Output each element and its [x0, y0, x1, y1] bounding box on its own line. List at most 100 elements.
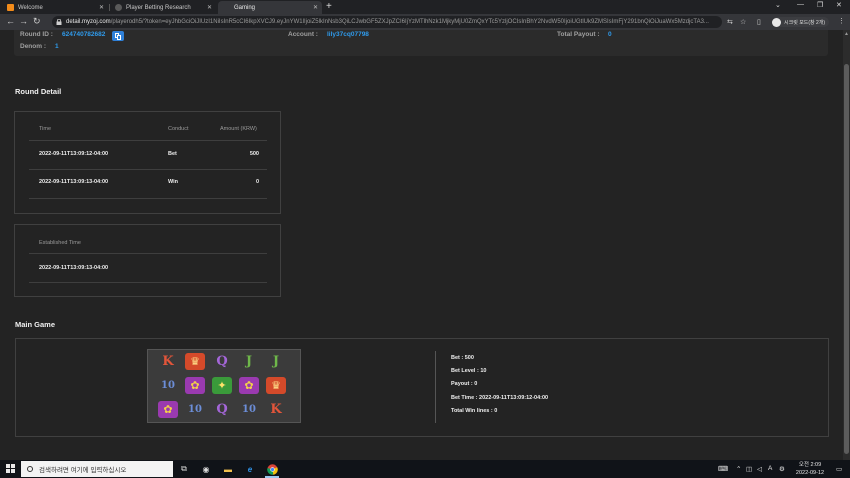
file-explorer-icon[interactable]: ▬: [222, 463, 234, 475]
new-tab-icon[interactable]: +: [326, 1, 332, 12]
keyboard-icon[interactable]: ⌨: [718, 465, 728, 473]
copy-round-id-button[interactable]: [112, 31, 124, 41]
row-amount: 0: [255, 179, 259, 185]
browser-tab-bar: Welcome ✕ Player Betting Research ✕ Gami…: [0, 0, 850, 14]
table-divider: [29, 140, 267, 141]
incognito-profile-button[interactable]: 시크릿 모드(창 2개): [772, 17, 830, 27]
round-id-label: Round ID :: [20, 31, 53, 38]
side-panel-icon[interactable]: ▯: [757, 18, 761, 26]
table-divider: [29, 253, 267, 254]
total-payout-label: Total Payout :: [557, 31, 600, 38]
established-time-card: Established Time 2022-09-11T13:09:13-04:…: [14, 224, 281, 297]
action-center-icon[interactable]: ▭: [836, 465, 842, 473]
established-time-label: Established Time: [39, 240, 81, 246]
slot-symbol-j: J: [272, 354, 280, 369]
browser-menu-icon[interactable]: ⋮: [838, 17, 845, 25]
welcome-favicon-icon: [7, 4, 14, 11]
row-time: 2022-09-11T13:09:13-04:00: [39, 179, 109, 185]
blank-favicon-icon: [223, 4, 230, 11]
page-content: Round ID : 624740782682 Account : lily37…: [0, 30, 843, 460]
loading-favicon-icon: [115, 4, 122, 11]
tab-search-chevron-icon[interactable]: ⌄: [775, 1, 781, 9]
close-tab-icon[interactable]: ✕: [99, 4, 104, 11]
reload-icon[interactable]: ↻: [33, 16, 41, 27]
search-icon: [27, 466, 33, 472]
account-label: Account :: [288, 31, 318, 38]
slot-symbol-k: K: [162, 354, 174, 369]
table-divider: [29, 198, 267, 199]
url-host: detail.myzoj.com: [66, 19, 111, 25]
column-header-conduct: Conduct: [168, 126, 189, 132]
taskbar-search-box[interactable]: 검색하려면 여기에 입력하십시오: [21, 461, 173, 477]
system-clock[interactable]: 오전 2:09 2022-09-12: [790, 461, 830, 477]
game-info-divider: [435, 351, 436, 423]
close-tab-icon[interactable]: ✕: [207, 4, 212, 11]
main-game-card: K ♛ Q J J 10 ✿ ✦ ✿ ♛ ✿ 10 Q 10 K Bet : 500 Bet Level :…: [15, 338, 829, 437]
total-payout-value: 0: [608, 31, 612, 38]
internet-explorer-icon[interactable]: e: [244, 463, 256, 475]
round-detail-title: Round Detail: [15, 87, 62, 96]
tab-gaming[interactable]: Gaming ✕: [218, 1, 322, 14]
denom-label: Denom :: [20, 43, 46, 50]
scrollbar-thumb[interactable]: [844, 64, 849, 454]
slot-symbol-crown: ♛: [266, 377, 286, 394]
game-bet: Bet : 500: [451, 355, 474, 361]
close-tab-icon[interactable]: ✕: [313, 4, 318, 11]
slot-symbol-10: 10: [242, 404, 256, 415]
minimize-icon[interactable]: —: [797, 1, 804, 8]
window-close-icon[interactable]: ✕: [836, 1, 842, 9]
account-value: lily37cq07798: [327, 31, 369, 38]
volume-icon[interactable]: ◁: [757, 465, 762, 473]
translate-icon[interactable]: ⇆: [727, 18, 733, 26]
round-id-value: 624740782682: [62, 31, 106, 38]
game-total-win-lines: Total Win lines : 0: [451, 408, 498, 414]
address-bar[interactable]: detail.myzoj.com /playerodh5/?token=eyJh…: [52, 16, 722, 28]
slot-symbol-flower: ✿: [158, 401, 178, 418]
row-amount: 500: [249, 151, 259, 157]
scroll-up-arrow-icon[interactable]: ▲: [844, 31, 849, 37]
slot-symbol-k: K: [270, 402, 282, 417]
column-header-amount: Amount (KRW): [220, 126, 257, 132]
clock-date: 2022-09-12: [795, 470, 825, 476]
task-view-icon[interactable]: ⧉: [178, 463, 190, 475]
slot-symbol-10: 10: [161, 380, 175, 391]
tab-gaming-label: Gaming: [234, 4, 256, 11]
ime-icon[interactable]: A: [768, 465, 772, 472]
slot-symbol-q: Q: [216, 402, 228, 417]
slot-symbol-q: Q: [216, 354, 228, 369]
round-info-panel: Round ID : 624740782682 Account : lily37…: [14, 30, 828, 56]
back-icon[interactable]: ←: [6, 16, 15, 26]
table-divider: [29, 282, 267, 283]
row-conduct: Bet: [168, 151, 177, 157]
slot-symbol-10: 10: [188, 404, 202, 415]
slot-symbol-j: J: [245, 354, 253, 369]
table-divider: [29, 169, 267, 170]
slot-reels: K ♛ Q J J 10 ✿ ✦ ✿ ♛ ✿ 10 Q 10 K: [147, 349, 301, 423]
app-circle-icon[interactable]: ◉: [200, 463, 212, 475]
browser-toolbar: ← → ↻ detail.myzoj.com /playerodh5/?toke…: [0, 14, 850, 30]
chrome-icon[interactable]: [266, 463, 278, 475]
column-header-time: Time: [39, 126, 52, 132]
network-icon[interactable]: ◫: [746, 465, 752, 473]
windows-taskbar: 검색하려면 여기에 입력하십시오 ⧉ ◉ ▬ e ⌨ ⌃ ◫ ◁ A ⚙ 오전 …: [0, 460, 850, 478]
round-detail-table: Time Conduct Amount (KRW) 2022-09-11T13:…: [14, 111, 281, 214]
game-bet-level: Bet Level : 10: [451, 368, 487, 374]
maximize-icon[interactable]: ❐: [817, 1, 823, 9]
tab-welcome[interactable]: Welcome ✕: [2, 1, 108, 14]
forward-icon[interactable]: →: [19, 16, 28, 26]
lock-icon: [56, 19, 62, 25]
url-path: /playerodh5/?token=eyJhbGciOiJIUzI1NiIsI…: [110, 19, 709, 25]
windows-start-icon[interactable]: [6, 464, 15, 473]
tab-welcome-label: Welcome: [18, 4, 43, 11]
clock-time: 오전 2:09: [798, 462, 822, 468]
bookmark-star-icon[interactable]: ☆: [740, 18, 746, 26]
notification-settings-icon[interactable]: ⚙: [779, 465, 785, 473]
established-time-value: 2022-09-11T13:09:13-04:00: [39, 265, 109, 271]
incognito-icon: [772, 17, 781, 27]
profile-label: 시크릿 모드(창 2개): [784, 19, 826, 26]
taskbar-search-placeholder: 검색하려면 여기에 입력하십시오: [39, 467, 127, 474]
tray-chevron-icon[interactable]: ⌃: [736, 465, 741, 473]
row-time: 2022-09-11T13:09:12-04:00: [39, 151, 109, 157]
denom-value: 1: [55, 43, 59, 50]
tab-player-betting-research[interactable]: Player Betting Research ✕: [110, 1, 216, 14]
